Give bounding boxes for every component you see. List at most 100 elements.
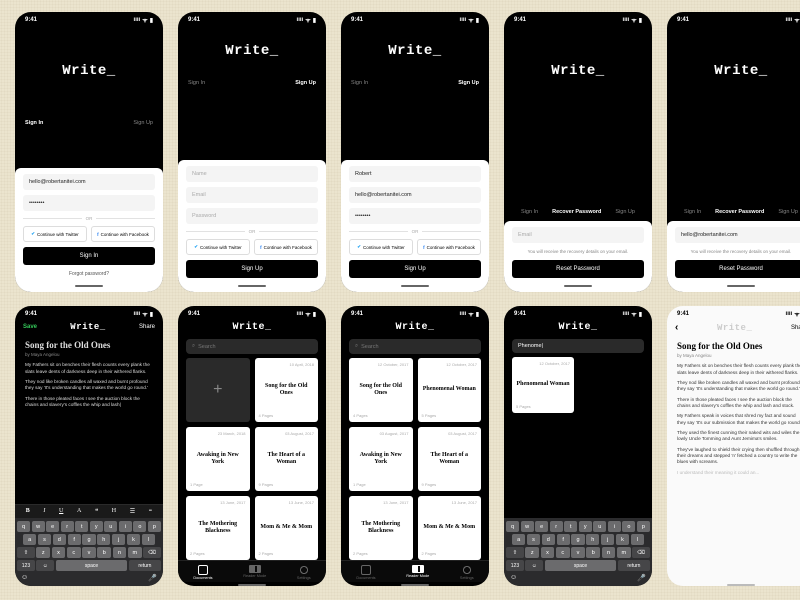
- tab-documents[interactable]: Documents: [193, 565, 212, 580]
- key-d[interactable]: d: [53, 534, 66, 545]
- key-q[interactable]: q: [17, 521, 30, 532]
- doc-card[interactable]: 10 April, 2018Song for the Old Ones4 Pag…: [255, 358, 319, 422]
- key-r[interactable]: r: [550, 521, 563, 532]
- list-button[interactable]: ☰: [130, 508, 135, 515]
- tab-reader[interactable]: Reader Mode: [406, 565, 429, 580]
- key-i[interactable]: i: [119, 521, 132, 532]
- email-field[interactable]: hello@robertanitei.com: [349, 187, 481, 203]
- tab-settings[interactable]: Settings: [297, 565, 311, 580]
- key-w[interactable]: w: [521, 521, 534, 532]
- doc-card[interactable]: 03 August, 2017The Heart of a Woman9 Pag…: [418, 427, 482, 491]
- tab-signin[interactable]: Sign In: [25, 120, 43, 126]
- password-field[interactable]: ••••••••: [349, 208, 481, 224]
- key-j[interactable]: j: [112, 534, 125, 545]
- bold-button[interactable]: B: [26, 508, 30, 515]
- key-a[interactable]: a: [23, 534, 36, 545]
- emoji-icon[interactable]: ☺: [21, 574, 28, 582]
- email-field[interactable]: hello@robertanitei.com: [23, 174, 155, 190]
- key-x[interactable]: x: [52, 547, 66, 558]
- delete-key[interactable]: ⌫: [632, 547, 650, 558]
- emoji-key[interactable]: ☺: [36, 560, 54, 571]
- name-field[interactable]: Name: [186, 166, 318, 182]
- doc-card[interactable]: 12 October, 2017Phenomenal Woman5 Pages: [512, 357, 574, 413]
- tab-signin[interactable]: Sign In: [188, 80, 205, 86]
- doc-card[interactable]: 03 August, 2017Awaking in New York1 Page: [349, 427, 413, 491]
- italic-button[interactable]: I: [43, 508, 45, 515]
- share-button[interactable]: Share: [791, 325, 800, 331]
- key-v[interactable]: v: [82, 547, 96, 558]
- shift-key[interactable]: ⇧: [506, 547, 524, 558]
- key-e[interactable]: e: [46, 521, 59, 532]
- key-h[interactable]: h: [586, 534, 599, 545]
- tab-signup[interactable]: Sign Up: [133, 120, 153, 126]
- key-i[interactable]: i: [608, 521, 621, 532]
- key-y[interactable]: y: [90, 521, 103, 532]
- key-o[interactable]: o: [622, 521, 635, 532]
- heading-button[interactable]: H: [112, 508, 116, 515]
- doc-card[interactable]: 13 June, 2017The Mothering Blackness2 Pa…: [186, 496, 250, 560]
- key-a[interactable]: a: [512, 534, 525, 545]
- num-key[interactable]: 123: [17, 560, 35, 571]
- key-t[interactable]: t: [564, 521, 577, 532]
- doc-card[interactable]: 03 August, 2017The Heart of a Woman9 Pag…: [255, 427, 319, 491]
- add-card[interactable]: +: [186, 358, 250, 422]
- twitter-button[interactable]: ✔Continue with Twitter: [23, 226, 87, 242]
- key-e[interactable]: e: [535, 521, 548, 532]
- doc-card[interactable]: 12 October, 2017Phenomenal Woman5 Pages: [418, 358, 482, 422]
- key-q[interactable]: q: [506, 521, 519, 532]
- key-c[interactable]: c: [556, 547, 570, 558]
- tab-signup[interactable]: Sign Up: [295, 80, 316, 86]
- search-input[interactable]: ⌕Search: [349, 339, 481, 354]
- key-b[interactable]: b: [97, 547, 111, 558]
- key-o[interactable]: o: [133, 521, 146, 532]
- reset-button[interactable]: Reset Password: [512, 260, 644, 278]
- document-area[interactable]: Song for the Old Ones by Maya Angelou My…: [15, 334, 163, 504]
- key-y[interactable]: y: [579, 521, 592, 532]
- doc-card[interactable]: 23 March, 2018Awaking in New York1 Page: [186, 427, 250, 491]
- signup-button[interactable]: Sign Up: [349, 260, 481, 278]
- key-p[interactable]: p: [148, 521, 161, 532]
- key-l[interactable]: l: [142, 534, 155, 545]
- doc-card[interactable]: 12 October, 2017Song for the Old Ones4 P…: [349, 358, 413, 422]
- align-button[interactable]: ≡: [149, 508, 152, 515]
- key-s[interactable]: s: [527, 534, 540, 545]
- tab-documents[interactable]: Documents: [356, 565, 375, 580]
- key-f[interactable]: f: [557, 534, 570, 545]
- key-w[interactable]: w: [32, 521, 45, 532]
- key-f[interactable]: f: [68, 534, 81, 545]
- facebook-button[interactable]: fContinue with Facebook: [91, 226, 155, 242]
- doc-card[interactable]: 13 June, 2017The Mothering Blackness2 Pa…: [349, 496, 413, 560]
- doc-card[interactable]: 13 June, 2017Mom & Me & Mom2 Pages: [418, 496, 482, 560]
- search-input[interactable]: Phenome|: [512, 339, 644, 353]
- key-z[interactable]: z: [525, 547, 539, 558]
- share-button[interactable]: Share: [139, 324, 155, 330]
- key-m[interactable]: m: [128, 547, 142, 558]
- key-g[interactable]: g: [571, 534, 584, 545]
- doc-card[interactable]: 13 June, 2017Mom & Me & Mom2 Pages: [255, 496, 319, 560]
- key-j[interactable]: j: [601, 534, 614, 545]
- email-field[interactable]: Email: [512, 227, 644, 243]
- space-key[interactable]: space: [56, 560, 128, 571]
- key-z[interactable]: z: [36, 547, 50, 558]
- key-b[interactable]: b: [586, 547, 600, 558]
- text-button[interactable]: A: [77, 508, 81, 515]
- key-c[interactable]: c: [67, 547, 81, 558]
- back-button[interactable]: ‹: [675, 322, 678, 333]
- facebook-button[interactable]: fContinue with Facebook: [254, 239, 318, 255]
- key-l[interactable]: l: [631, 534, 644, 545]
- name-field[interactable]: Robert: [349, 166, 481, 182]
- tab-recover[interactable]: Recover Password: [552, 209, 601, 215]
- key-d[interactable]: d: [542, 534, 555, 545]
- forgot-link[interactable]: Forgot password?: [23, 270, 155, 278]
- key-s[interactable]: s: [38, 534, 51, 545]
- key-n[interactable]: n: [602, 547, 616, 558]
- tab-settings[interactable]: Settings: [460, 565, 474, 580]
- signup-button[interactable]: Sign Up: [186, 260, 318, 278]
- key-x[interactable]: x: [541, 547, 555, 558]
- key-u[interactable]: u: [104, 521, 117, 532]
- key-n[interactable]: n: [113, 547, 127, 558]
- return-key[interactable]: return: [129, 560, 161, 571]
- delete-key[interactable]: ⌫: [143, 547, 161, 558]
- mic-icon[interactable]: 🎤: [148, 574, 157, 582]
- shift-key[interactable]: ⇧: [17, 547, 35, 558]
